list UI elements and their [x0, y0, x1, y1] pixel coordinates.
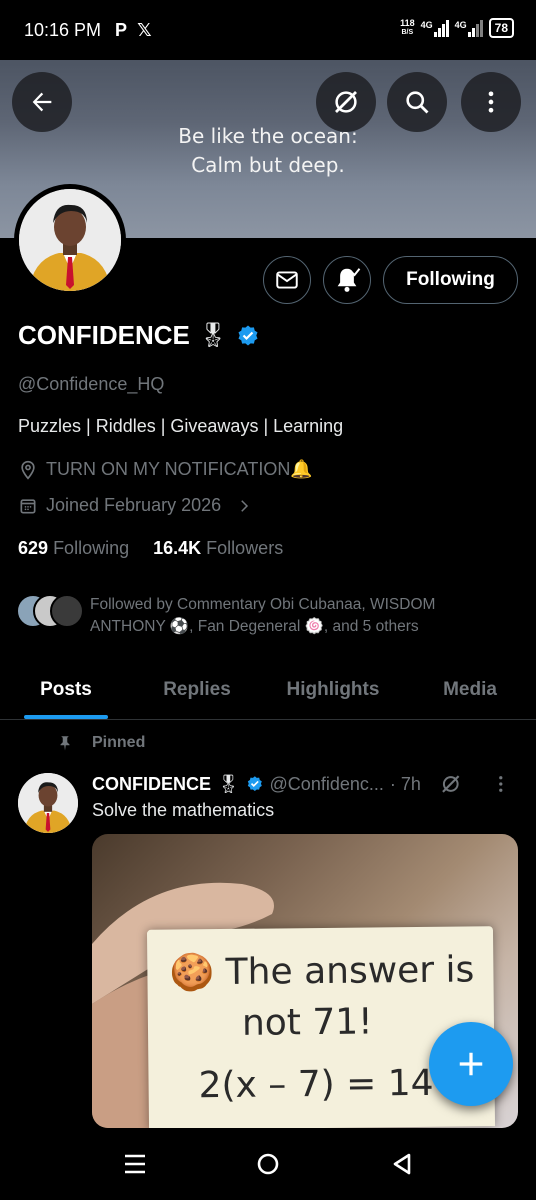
- search-button[interactable]: [387, 72, 447, 132]
- home-circle-icon: [257, 1153, 279, 1175]
- followers-label: Followers: [206, 538, 284, 558]
- tab-media[interactable]: Media: [404, 660, 536, 719]
- card-text-line: 🍪 The answer is: [169, 949, 475, 994]
- signal-icon: 4G: [454, 19, 483, 37]
- medal-icon: 🎖: [197, 322, 229, 349]
- avatar-photo: [19, 189, 121, 291]
- location-pin-icon: [21, 460, 35, 480]
- post-author-handle[interactable]: @Confidenc...: [270, 774, 384, 795]
- chevron-right-icon: [241, 499, 249, 512]
- calendar-icon: [20, 498, 36, 513]
- follower-avatars: [16, 594, 86, 630]
- signal-label: 4G: [454, 19, 467, 30]
- network-speed-unit: B/S: [401, 29, 414, 36]
- post-time[interactable]: · 7h: [390, 774, 421, 795]
- profile-location: TURN ON MY NOTIFICATION🔔: [18, 459, 313, 480]
- banner-quote-line: Calm but deep.: [191, 153, 345, 177]
- following-stat[interactable]: 629 Following: [18, 538, 129, 559]
- status-bar: 10:16 PM P 𝕏 118 B/S 4G 4G 78: [0, 0, 536, 60]
- profile-tabs: Posts Replies Highlights Media: [0, 660, 536, 720]
- back-button[interactable]: [12, 72, 72, 132]
- compose-button[interactable]: [429, 1022, 513, 1106]
- verified-badge-icon: [238, 325, 258, 345]
- followers-stat[interactable]: 16.4K Followers: [153, 538, 283, 559]
- followers-count: 16.4K: [153, 538, 202, 558]
- avatar-illustration: [19, 189, 121, 291]
- x-app-icon: 𝕏: [137, 19, 152, 40]
- following-count: 629: [18, 538, 49, 558]
- plus-icon: [459, 1052, 483, 1076]
- following-label: Following: [53, 538, 130, 558]
- signal-label: 4G: [420, 19, 433, 30]
- avatar-illustration: [18, 773, 78, 833]
- system-back-button[interactable]: [382, 1148, 422, 1180]
- active-tab-indicator: [24, 715, 108, 719]
- p-app-icon: P: [115, 19, 128, 40]
- profile-bio: Puzzles | Riddles | Giveaways | Learning: [18, 416, 344, 436]
- tab-posts[interactable]: Posts: [0, 660, 132, 719]
- tab-label: Replies: [163, 678, 231, 700]
- followed-by-section[interactable]: Followed by Commentary Obi Cubanaa, WISD…: [16, 594, 470, 638]
- pinned-label-row: Pinned: [56, 734, 145, 752]
- banner-quote: Be like the ocean: Calm but deep.: [0, 122, 536, 180]
- more-vertical-icon: [488, 91, 494, 113]
- tab-label: Posts: [40, 678, 92, 700]
- following-button[interactable]: Following: [383, 256, 518, 304]
- more-options-button[interactable]: [461, 72, 521, 132]
- recent-apps-button[interactable]: [115, 1148, 155, 1180]
- medal-icon: 🎖: [217, 773, 240, 794]
- profile-avatar[interactable]: [14, 184, 126, 296]
- image-card: 🍪 The answer is not 71! 2(x – 7) = 14: [146, 926, 496, 1130]
- pinned-label: Pinned: [92, 734, 146, 751]
- banner-quote-line: Be like the ocean:: [178, 124, 358, 148]
- mail-icon: [276, 271, 298, 289]
- arrow-left-icon: [32, 92, 52, 112]
- notifications-button[interactable]: [323, 256, 371, 304]
- menu-icon: [125, 1154, 145, 1174]
- grok-button[interactable]: [316, 72, 376, 132]
- grok-icon: [335, 91, 357, 113]
- pin-icon: [60, 736, 70, 751]
- bell-check-icon: [337, 268, 361, 292]
- tab-highlights[interactable]: Highlights: [262, 660, 404, 719]
- followed-by-text: Followed by Commentary Obi Cubanaa, WISD…: [90, 596, 436, 635]
- post-author-name[interactable]: CONFIDENCE: [92, 774, 211, 795]
- card-text-line: 2(x – 7) = 14: [198, 1062, 434, 1107]
- display-name: CONFIDENCE: [18, 320, 190, 350]
- joined-text: Joined February 2026: [46, 495, 222, 515]
- profile-joined[interactable]: Joined February 2026: [18, 495, 253, 516]
- grok-icon[interactable]: [439, 772, 463, 796]
- more-vertical-icon[interactable]: [490, 773, 512, 795]
- network-speed-value: 118: [400, 18, 415, 28]
- post-text: Solve the mathematics: [92, 800, 275, 820]
- tab-replies[interactable]: Replies: [132, 660, 262, 719]
- status-time: 10:16 PM: [24, 19, 102, 40]
- system-nav-bar: [0, 1128, 536, 1200]
- tab-label: Media: [443, 678, 497, 700]
- follow-stats: 629 Following 16.4K Followers: [18, 538, 283, 559]
- avatar: [50, 594, 84, 628]
- search-icon: [406, 91, 429, 114]
- signal-icon: 4G: [420, 19, 449, 37]
- tab-label: Highlights: [286, 678, 380, 700]
- card-text-line: not 71!: [241, 1001, 373, 1044]
- message-button[interactable]: [263, 256, 311, 304]
- network-speed: 118 B/S: [400, 19, 415, 37]
- location-text: TURN ON MY NOTIFICATION🔔: [46, 459, 313, 479]
- verified-badge-icon: [247, 776, 262, 791]
- post-header: CONFIDENCE 🎖 @Confidenc... · 7h: [92, 772, 512, 796]
- profile-name-row: CONFIDENCE 🎖: [18, 320, 260, 351]
- home-button[interactable]: [248, 1148, 288, 1180]
- triangle-back-icon: [393, 1153, 411, 1175]
- post-author-avatar[interactable]: [18, 773, 78, 833]
- status-indicators: 118 B/S 4G 4G 78: [400, 18, 514, 38]
- profile-handle: @Confidence_HQ: [18, 374, 165, 394]
- battery-icon: 78: [488, 18, 514, 38]
